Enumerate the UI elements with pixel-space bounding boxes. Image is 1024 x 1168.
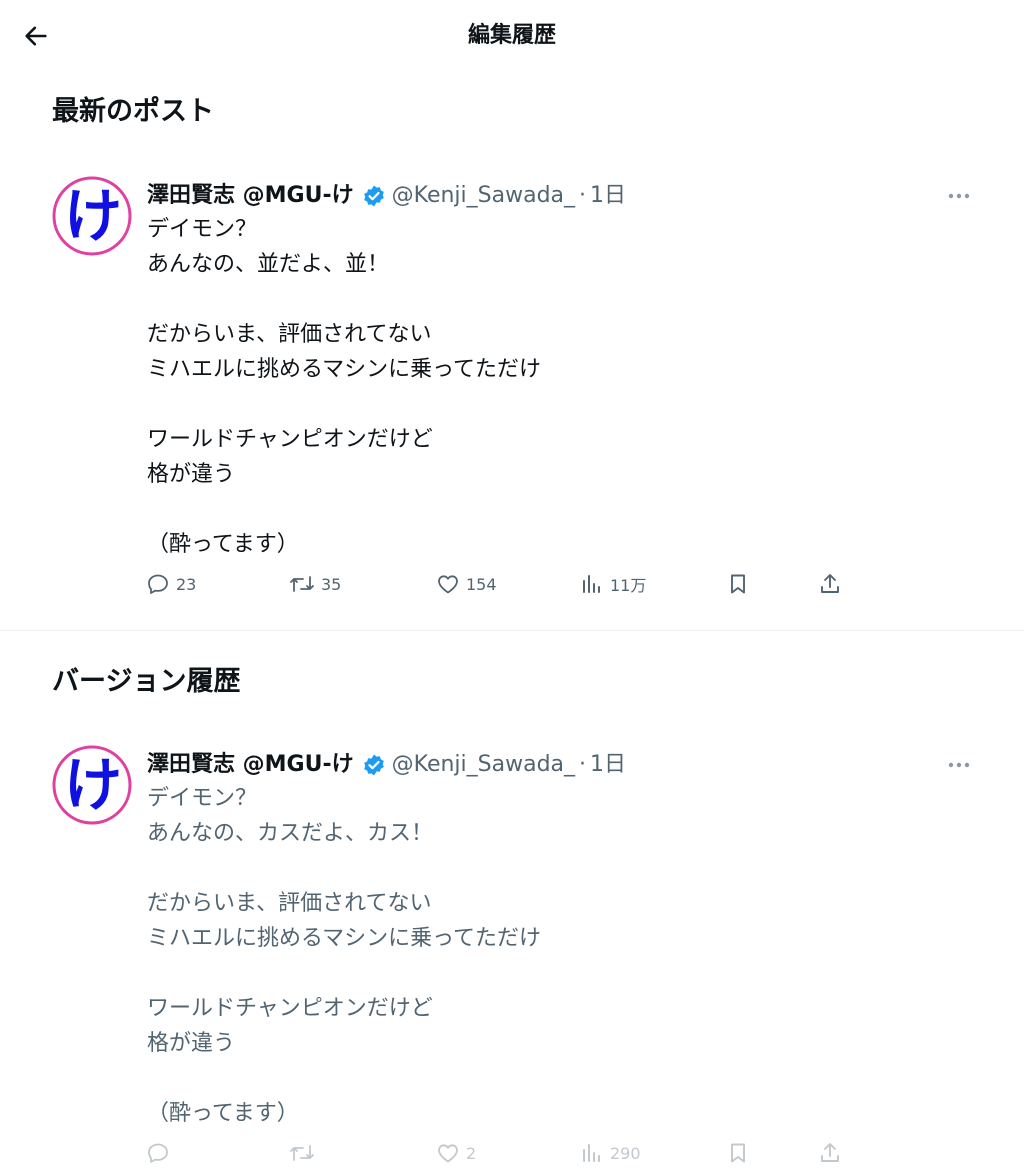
separator: · bbox=[579, 752, 587, 777]
post-line: ワールドチャンピオンだけど bbox=[147, 996, 433, 1021]
like-button[interactable]: 2 bbox=[436, 1138, 476, 1168]
view-count: 11万 bbox=[610, 576, 647, 595]
latest-post[interactable]: け 澤田賢志 @MGU-け @Kenji_Sawada_ · 1日 デイモン？ … bbox=[0, 176, 1024, 616]
analytics-icon bbox=[583, 1144, 600, 1162]
post-line: （酔ってます） bbox=[147, 532, 299, 557]
display-name[interactable]: 澤田賢志 @MGU-け bbox=[147, 749, 354, 781]
svg-text:け: け bbox=[64, 182, 122, 250]
heart-icon bbox=[438, 1144, 458, 1163]
verified-badge-icon bbox=[362, 184, 386, 208]
post-line: あんなの、並だよ、並！ bbox=[147, 252, 390, 277]
post-header: 澤田賢志 @MGU-け @Kenji_Sawada_ · 1日 bbox=[147, 749, 626, 781]
post-line: デイモン？ bbox=[147, 786, 258, 811]
svg-text:け: け bbox=[64, 751, 122, 819]
post-line: デイモン？ bbox=[147, 217, 258, 242]
post-line-blank bbox=[147, 387, 541, 422]
more-horizontal-icon bbox=[948, 193, 970, 199]
post-line-blank bbox=[147, 492, 541, 527]
post-line: （酔ってます） bbox=[147, 1101, 299, 1126]
bookmark-button[interactable] bbox=[726, 1138, 750, 1168]
like-count: 2 bbox=[466, 1143, 477, 1163]
action-bar: 23 35 154 11万 bbox=[0, 569, 1024, 599]
latest-post-heading: 最新のポスト bbox=[52, 96, 214, 127]
view-count: 290 bbox=[610, 1143, 641, 1163]
reply-icon bbox=[148, 574, 168, 594]
post-line: ミハエルに挑めるマシンに乗ってただけ bbox=[147, 926, 542, 951]
post-line: あんなの、カスだよ、カス！ bbox=[147, 821, 434, 846]
bookmark-icon bbox=[731, 1143, 745, 1163]
views-button[interactable]: 11万 bbox=[580, 569, 646, 599]
share-icon bbox=[821, 574, 839, 593]
post-line-blank bbox=[147, 282, 541, 317]
post-text: デイモン？ あんなの、並だよ、並！ だからいま、評価されてない ミハエルに挑める… bbox=[147, 212, 541, 562]
like-count: 154 bbox=[466, 574, 497, 594]
views-button[interactable]: 290 bbox=[580, 1138, 641, 1168]
reply-button[interactable] bbox=[146, 1138, 170, 1168]
page-title: 編集履歴 bbox=[467, 23, 556, 48]
display-name[interactable]: 澤田賢志 @MGU-け bbox=[147, 180, 354, 212]
post-line-blank bbox=[147, 956, 541, 991]
post-line-blank bbox=[147, 851, 541, 886]
avatar[interactable]: け bbox=[52, 745, 132, 825]
previous-version-post[interactable]: け 澤田賢志 @MGU-け @Kenji_Sawada_ · 1日 デイモン？ … bbox=[0, 745, 1024, 1163]
post-line: 格が違う bbox=[147, 1031, 236, 1056]
post-line: ワールドチャンピオンだけど bbox=[147, 427, 433, 452]
action-bar: 2 290 bbox=[0, 1138, 1024, 1168]
timestamp[interactable]: 1日 bbox=[590, 180, 626, 212]
more-options-button[interactable] bbox=[942, 753, 976, 777]
reply-button[interactable]: 23 bbox=[146, 569, 196, 599]
top-bar: 編集履歴 bbox=[0, 0, 1024, 72]
post-header: 澤田賢志 @MGU-け @Kenji_Sawada_ · 1日 bbox=[147, 180, 626, 212]
post-line: ミハエルに挑めるマシンに乗ってただけ bbox=[147, 357, 542, 382]
repost-icon bbox=[290, 1145, 314, 1161]
heart-icon bbox=[438, 575, 458, 594]
version-history-heading: バージョン履歴 bbox=[52, 666, 241, 697]
more-horizontal-icon bbox=[948, 762, 970, 768]
reply-icon bbox=[148, 1143, 168, 1163]
repost-button[interactable] bbox=[289, 1138, 315, 1168]
repost-count: 35 bbox=[321, 574, 342, 594]
post-line: だからいま、評価されてない bbox=[147, 322, 432, 347]
share-button[interactable] bbox=[818, 569, 842, 599]
post-line-blank bbox=[147, 1061, 541, 1096]
bookmark-icon bbox=[731, 574, 745, 594]
post-line: だからいま、評価されてない bbox=[147, 891, 432, 916]
bookmark-button[interactable] bbox=[726, 569, 750, 599]
timestamp[interactable]: 1日 bbox=[590, 749, 626, 781]
share-icon bbox=[821, 1143, 839, 1162]
like-button[interactable]: 154 bbox=[436, 569, 497, 599]
section-divider bbox=[0, 630, 1024, 631]
handle[interactable]: @Kenji_Sawada_ bbox=[392, 749, 575, 781]
repost-icon bbox=[290, 576, 314, 592]
post-line: 格が違う bbox=[147, 462, 236, 487]
avatar[interactable]: け bbox=[52, 176, 132, 256]
analytics-icon bbox=[583, 575, 600, 593]
handle[interactable]: @Kenji_Sawada_ bbox=[392, 180, 575, 212]
reply-count: 23 bbox=[176, 574, 197, 594]
repost-button[interactable]: 35 bbox=[289, 569, 341, 599]
verified-badge-icon bbox=[362, 753, 386, 777]
separator: · bbox=[579, 183, 587, 208]
post-text: デイモン？ あんなの、カスだよ、カス！ だからいま、評価されてない ミハエルに挑… bbox=[147, 781, 541, 1131]
more-options-button[interactable] bbox=[942, 184, 976, 208]
share-button[interactable] bbox=[818, 1138, 842, 1168]
